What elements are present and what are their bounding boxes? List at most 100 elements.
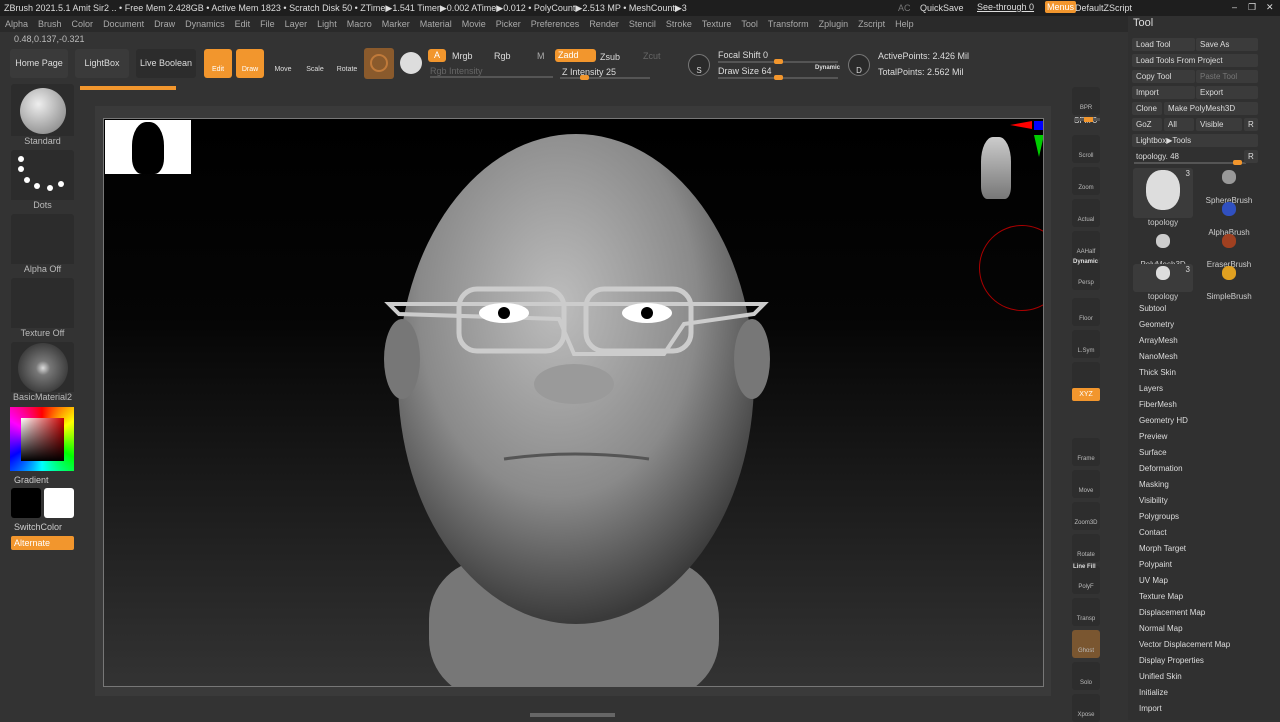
menu-draw[interactable]: Draw <box>149 16 180 32</box>
menu-stencil[interactable]: Stencil <box>624 16 661 32</box>
secondary-color-swatch[interactable] <box>11 488 41 518</box>
tool-thumb-spherebrush[interactable]: SphereBrush <box>1200 168 1258 205</box>
menu-zscript[interactable]: Zscript <box>853 16 890 32</box>
color-picker[interactable] <box>10 407 74 471</box>
all-button[interactable]: All <box>1164 118 1194 131</box>
subpalette-displacement-map[interactable]: Displacement Map <box>1139 608 1205 617</box>
menu-movie[interactable]: Movie <box>457 16 491 32</box>
close-icon[interactable]: ✕ <box>1266 2 1274 13</box>
alternate-button[interactable]: Alternate <box>11 536 74 550</box>
material-button[interactable]: BasicMaterial2 <box>11 342 74 404</box>
draw-button[interactable]: Draw <box>236 49 264 78</box>
menu-macro[interactable]: Macro <box>342 16 377 32</box>
subpalette-visibility[interactable]: Visibility <box>1139 496 1168 505</box>
scroll-button[interactable]: Scroll <box>1072 135 1100 163</box>
clone-button[interactable]: Clone <box>1132 102 1162 115</box>
subpalette-texture-map[interactable]: Texture Map <box>1139 592 1183 601</box>
subpalette-layers[interactable]: Layers <box>1139 384 1163 393</box>
menu-document[interactable]: Document <box>98 16 149 32</box>
copy-tool-button[interactable]: Copy Tool <box>1132 70 1195 83</box>
quicksave-button[interactable]: QuickSave <box>920 3 964 13</box>
bpr-button[interactable]: BPR <box>1072 87 1100 115</box>
topology-reset-button[interactable]: R <box>1244 150 1258 163</box>
xyz-button[interactable]: XYZ <box>1072 388 1100 401</box>
stroke-button[interactable]: Dots <box>11 150 74 212</box>
subpalette-subtool[interactable]: Subtool <box>1139 304 1166 313</box>
make-polymesh-button[interactable]: Make PolyMesh3D <box>1164 102 1258 115</box>
zcut-button[interactable]: Zcut <box>643 51 661 61</box>
menu-stroke[interactable]: Stroke <box>661 16 697 32</box>
navigation-head-gizmo[interactable] <box>981 137 1011 199</box>
subpalette-morph-target[interactable]: Morph Target <box>1139 544 1186 553</box>
xpose-button[interactable]: Xpose <box>1072 694 1100 722</box>
a-button[interactable]: A <box>428 49 446 62</box>
menu-brush[interactable]: Brush <box>33 16 67 32</box>
spotlight-icon[interactable] <box>400 52 422 74</box>
load-tools-from-project-button[interactable]: Load Tools From Project <box>1132 54 1258 67</box>
subpalette-display-properties[interactable]: Display Properties <box>1139 656 1204 665</box>
rgb-intensity-track[interactable] <box>430 76 553 78</box>
menu-material[interactable]: Material <box>415 16 457 32</box>
zsub-button[interactable]: Zsub <box>600 52 620 62</box>
subpalette-contact[interactable]: Contact <box>1139 528 1167 537</box>
restore-icon[interactable]: ❐ <box>1248 2 1256 13</box>
viewport[interactable] <box>103 118 1044 687</box>
lock-button[interactable] <box>1072 362 1100 390</box>
subpalette-vector-displacement-map[interactable]: Vector Displacement Map <box>1139 640 1230 649</box>
zoom-button[interactable]: Zoom <box>1072 167 1100 195</box>
brush-button[interactable]: Standard <box>11 84 74 148</box>
dynamic-toggle[interactable]: Dynamic <box>815 65 840 71</box>
material-sphere-button[interactable] <box>364 48 394 79</box>
menu-help[interactable]: Help <box>890 16 919 32</box>
menu-texture[interactable]: Texture <box>697 16 737 32</box>
menu-tool[interactable]: Tool <box>736 16 763 32</box>
scale-button[interactable]: Scale <box>302 49 328 78</box>
subpalette-masking[interactable]: Masking <box>1139 480 1169 489</box>
menu-picker[interactable]: Picker <box>491 16 526 32</box>
subpalette-preview[interactable]: Preview <box>1139 432 1167 441</box>
menu-transform[interactable]: Transform <box>763 16 814 32</box>
export-button[interactable]: Export <box>1196 86 1258 99</box>
subpalette-geometry[interactable]: Geometry <box>1139 320 1174 329</box>
switch-color-button[interactable]: SwitchColor <box>14 522 62 532</box>
zoom3d-button[interactable]: Zoom3D <box>1072 502 1100 530</box>
subpalette-geometry-hd[interactable]: Geometry HD <box>1139 416 1188 425</box>
tool-thumb-topology[interactable]: topology 3 <box>1133 264 1193 301</box>
mrgb-button[interactable]: Mrgb <box>452 51 473 61</box>
subpalette-arraymesh[interactable]: ArrayMesh <box>1139 336 1178 345</box>
draw-size-slider[interactable] <box>718 75 838 80</box>
solo-button[interactable]: Solo <box>1072 662 1100 690</box>
menu-light[interactable]: Light <box>312 16 342 32</box>
menu-marker[interactable]: Marker <box>377 16 415 32</box>
menu-alpha[interactable]: Alpha <box>0 16 33 32</box>
subpalette-polygroups[interactable]: Polygroups <box>1139 512 1179 521</box>
menu-edit[interactable]: Edit <box>230 16 256 32</box>
default-zscript-button[interactable]: DefaultZScript <box>1075 3 1132 13</box>
ghost-button[interactable]: Ghost <box>1072 630 1100 658</box>
visible-button[interactable]: Visible <box>1196 118 1242 131</box>
subpalette-nanomesh[interactable]: NanoMesh <box>1139 352 1178 361</box>
import-button[interactable]: Import <box>1132 86 1195 99</box>
tool-thumb-simplebrush[interactable]: SimpleBrush <box>1200 264 1258 301</box>
subpalette-unified-skin[interactable]: Unified Skin <box>1139 672 1182 681</box>
d-icon[interactable]: D <box>848 54 870 76</box>
frame-button[interactable]: Frame <box>1072 438 1100 466</box>
menu-layer[interactable]: Layer <box>280 16 313 32</box>
lsym-button[interactable]: L.Sym <box>1072 330 1100 358</box>
edit-button[interactable]: Edit <box>204 49 232 78</box>
topology-slider-track[interactable] <box>1134 160 1246 165</box>
menu-dynamics[interactable]: Dynamics <box>180 16 230 32</box>
lightbox-tools-button[interactable]: Lightbox▶Tools <box>1132 134 1258 147</box>
subpalette-deformation[interactable]: Deformation <box>1139 464 1183 473</box>
load-tool-button[interactable]: Load Tool <box>1132 38 1195 51</box>
subpalette-polypaint[interactable]: Polypaint <box>1139 560 1172 569</box>
dynamic-label[interactable]: Dynamic <box>1073 259 1098 265</box>
menu-render[interactable]: Render <box>584 16 624 32</box>
menu-color[interactable]: Color <box>67 16 99 32</box>
focal-s-icon[interactable]: S <box>688 54 710 76</box>
gradient-button[interactable]: Gradient <box>14 475 49 485</box>
menu-file[interactable]: File <box>255 16 280 32</box>
subpalette-normal-map[interactable]: Normal Map <box>1139 624 1183 633</box>
subpalette-initialize[interactable]: Initialize <box>1139 688 1168 697</box>
bottom-scroll-handle[interactable] <box>530 713 615 717</box>
